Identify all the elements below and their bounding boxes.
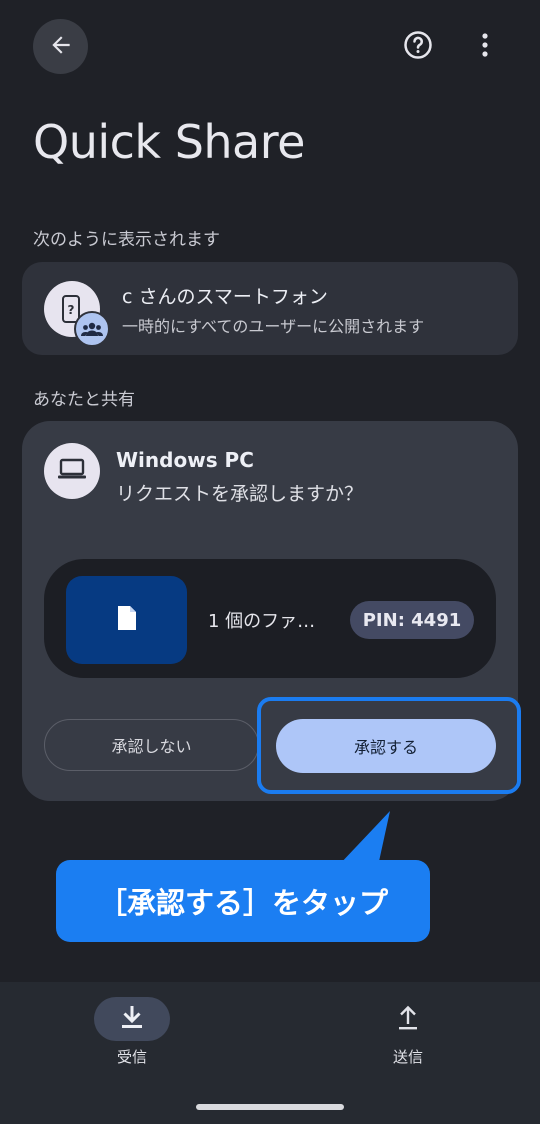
svg-text:?: ?	[68, 303, 75, 317]
sender-avatar	[44, 443, 100, 499]
arrow-left-icon	[48, 32, 74, 62]
nav-send-button[interactable]	[370, 997, 446, 1041]
help-circle-icon	[403, 30, 433, 64]
device-name: c さんのスマートフォン	[122, 286, 328, 308]
back-button[interactable]	[33, 19, 88, 74]
page-title: Quick Share	[33, 115, 305, 169]
sender-name: Windows PC	[116, 448, 254, 472]
pin-badge: PIN: 4491	[350, 601, 474, 639]
visibility-section-label: 次のように表示されます	[33, 230, 220, 250]
accept-button[interactable]: 承認する	[276, 719, 496, 773]
file-count-label: 1 個のファ…	[208, 611, 316, 632]
decline-button[interactable]: 承認しない	[44, 719, 259, 771]
request-question: リクエストを承認しますか？	[116, 483, 364, 505]
visibility-card[interactable]: ? c さんのスマートフォン 一時的にすべてのユーザーに公開されます	[22, 262, 518, 355]
file-icon	[116, 604, 138, 636]
nav-send-label[interactable]: 送信	[370, 1046, 446, 1067]
help-button[interactable]	[396, 25, 440, 69]
bottom-navigation: 受信 送信	[0, 982, 540, 1124]
nav-receive-label[interactable]: 受信	[94, 1046, 170, 1067]
laptop-icon	[57, 458, 87, 484]
group-icon	[74, 311, 110, 347]
download-icon	[120, 1004, 144, 1034]
file-thumbnail	[66, 576, 187, 664]
home-indicator[interactable]	[196, 1104, 344, 1110]
file-preview-panel: 1 個のファ… PIN: 4491	[44, 559, 496, 678]
nav-receive-button[interactable]	[94, 997, 170, 1041]
upload-icon	[396, 1003, 420, 1035]
visibility-status: 一時的にすべてのユーザーに公開されます	[122, 317, 425, 336]
instruction-callout: ［承認する］をタップ	[56, 860, 430, 942]
more-vert-icon	[481, 32, 489, 62]
share-section-label: あなたと共有	[33, 390, 135, 410]
more-options-button[interactable]	[463, 25, 507, 69]
